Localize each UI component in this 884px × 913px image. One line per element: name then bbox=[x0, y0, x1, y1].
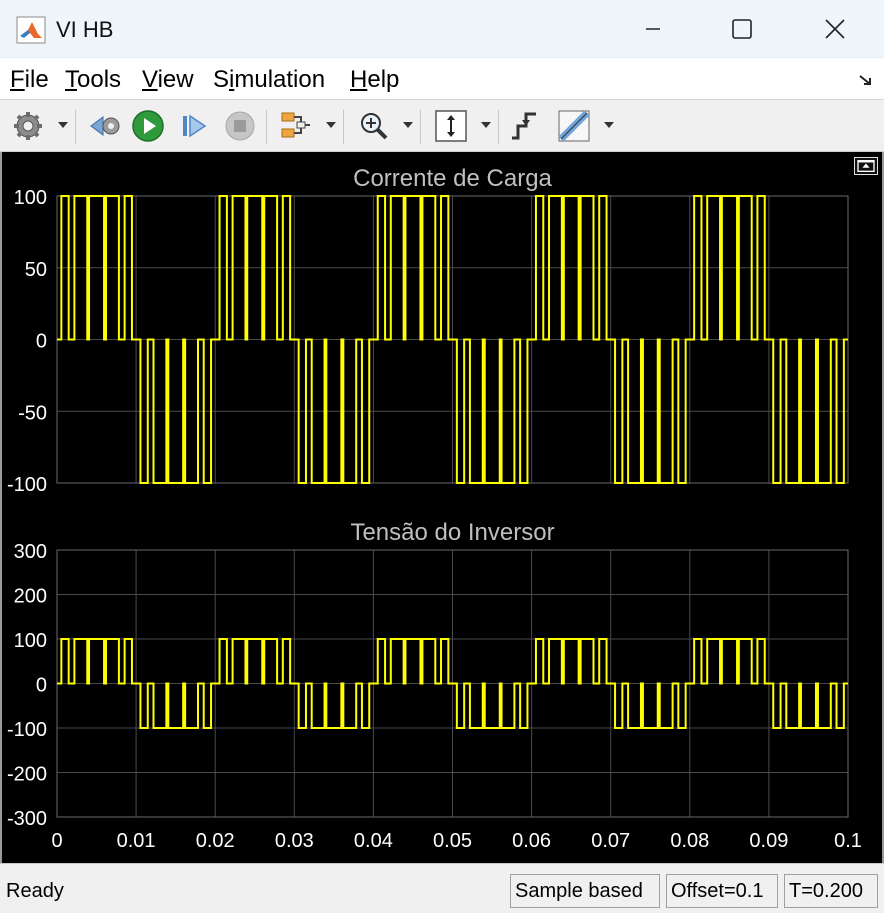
toolbar-separator bbox=[266, 110, 267, 144]
y-tick-label: -100 bbox=[7, 474, 47, 496]
x-tick-label: 0.09 bbox=[749, 830, 788, 852]
x-tick-label: 0.07 bbox=[591, 830, 630, 852]
scope-charts: Corrente de Carga 100 50 0 -50 -100 Tensão do… bbox=[7, 165, 862, 852]
y-tick-label: -50 bbox=[18, 402, 47, 424]
y-tick-label: -300 bbox=[7, 808, 47, 830]
y-tick-label: 200 bbox=[14, 586, 47, 608]
step-back-icon bbox=[90, 116, 120, 136]
configuration-dropdown-icon[interactable] bbox=[58, 122, 68, 128]
menu-help[interactable]: Help bbox=[350, 66, 399, 94]
cursor-measurements-icon bbox=[558, 110, 590, 142]
status-time: T=0.200 bbox=[784, 874, 878, 908]
step-forward-button[interactable] bbox=[176, 108, 212, 144]
maximize-button[interactable] bbox=[697, 0, 787, 58]
toolbar-separator bbox=[420, 110, 421, 144]
cursor-measurements-button[interactable] bbox=[556, 108, 592, 144]
configuration-gear-icon bbox=[14, 112, 42, 140]
x-tick-label: 0 bbox=[51, 830, 62, 852]
close-button[interactable] bbox=[790, 0, 880, 58]
x-tick-label: 0.05 bbox=[433, 830, 472, 852]
y-tick-label: -100 bbox=[7, 719, 47, 741]
zoom-icon bbox=[361, 113, 388, 140]
x-tick-label: 0.06 bbox=[512, 830, 551, 852]
y-tick-label: 100 bbox=[14, 630, 47, 652]
close-icon bbox=[825, 19, 845, 39]
chart-title: Corrente de Carga bbox=[353, 165, 552, 192]
status-text: Ready bbox=[6, 880, 64, 902]
matlab-logo-icon bbox=[16, 16, 46, 44]
y-tick-label: 0 bbox=[36, 331, 47, 353]
x-tick-label: 0.1 bbox=[834, 830, 862, 852]
title-bar: VI HB bbox=[0, 0, 884, 58]
zoom-button[interactable] bbox=[356, 108, 392, 144]
y-tick-label: 100 bbox=[14, 187, 47, 209]
status-offset: Offset=0.1 bbox=[666, 874, 778, 908]
menu-view[interactable]: View bbox=[142, 66, 194, 94]
stop-button[interactable] bbox=[222, 108, 258, 144]
run-button[interactable] bbox=[130, 108, 166, 144]
x-tick-label: 0.08 bbox=[670, 830, 709, 852]
chart-title: Tensão do Inversor bbox=[350, 519, 554, 546]
menu-file[interactable]: File bbox=[10, 66, 49, 94]
step-forward-icon bbox=[183, 114, 207, 138]
chart-tensao-do-inversor: Tensão do Inversor 300 200 100 0 -100 -200 -300… bbox=[7, 519, 862, 852]
maximize-icon bbox=[732, 19, 752, 39]
toolbar-separator bbox=[498, 110, 499, 144]
configuration-button[interactable] bbox=[10, 108, 46, 144]
toolbar-separator bbox=[75, 110, 76, 144]
scale-dropdown-icon[interactable] bbox=[481, 122, 491, 128]
chart-corrente-de-carga: Corrente de Carga 100 50 0 -50 -100 bbox=[7, 165, 849, 496]
toolbar-separator bbox=[343, 110, 344, 144]
triggers-button[interactable] bbox=[506, 108, 542, 144]
zoom-dropdown-icon[interactable] bbox=[403, 122, 413, 128]
signal-selector-dropdown-icon[interactable] bbox=[326, 122, 336, 128]
minimize-button[interactable] bbox=[608, 0, 698, 58]
y-tick-label: -200 bbox=[7, 764, 47, 786]
x-tick-label: 0.02 bbox=[196, 830, 235, 852]
status-mode: Sample based bbox=[510, 874, 660, 908]
status-bar: Ready Sample based Offset=0.1 T=0.200 bbox=[0, 863, 884, 913]
signal-selector-button[interactable] bbox=[278, 108, 314, 144]
run-icon bbox=[132, 110, 164, 142]
menu-simulation[interactable]: Simulation bbox=[213, 66, 325, 94]
minimize-icon bbox=[646, 28, 660, 30]
window-title: VI HB bbox=[56, 17, 114, 42]
scale-y-axis-button[interactable] bbox=[433, 108, 469, 144]
menu-bar: File Tools View Simulation Help bbox=[0, 58, 884, 100]
triggers-icon bbox=[512, 112, 536, 140]
x-tick-label: 0.01 bbox=[117, 830, 156, 852]
y-tick-label: 300 bbox=[14, 541, 47, 563]
scale-y-axis-icon bbox=[435, 110, 467, 142]
stop-icon bbox=[225, 111, 255, 141]
x-tick-label: 0.03 bbox=[275, 830, 314, 852]
measurements-dropdown-icon[interactable] bbox=[604, 122, 614, 128]
step-back-button[interactable] bbox=[86, 108, 122, 144]
toolbar bbox=[0, 100, 884, 152]
x-tick-label: 0.04 bbox=[354, 830, 393, 852]
signal-selector-icon bbox=[281, 112, 310, 138]
menu-tools[interactable]: Tools bbox=[65, 66, 121, 94]
y-tick-label: 50 bbox=[25, 259, 47, 281]
undock-arrow-icon[interactable] bbox=[858, 72, 874, 88]
y-tick-label: 0 bbox=[36, 675, 47, 697]
